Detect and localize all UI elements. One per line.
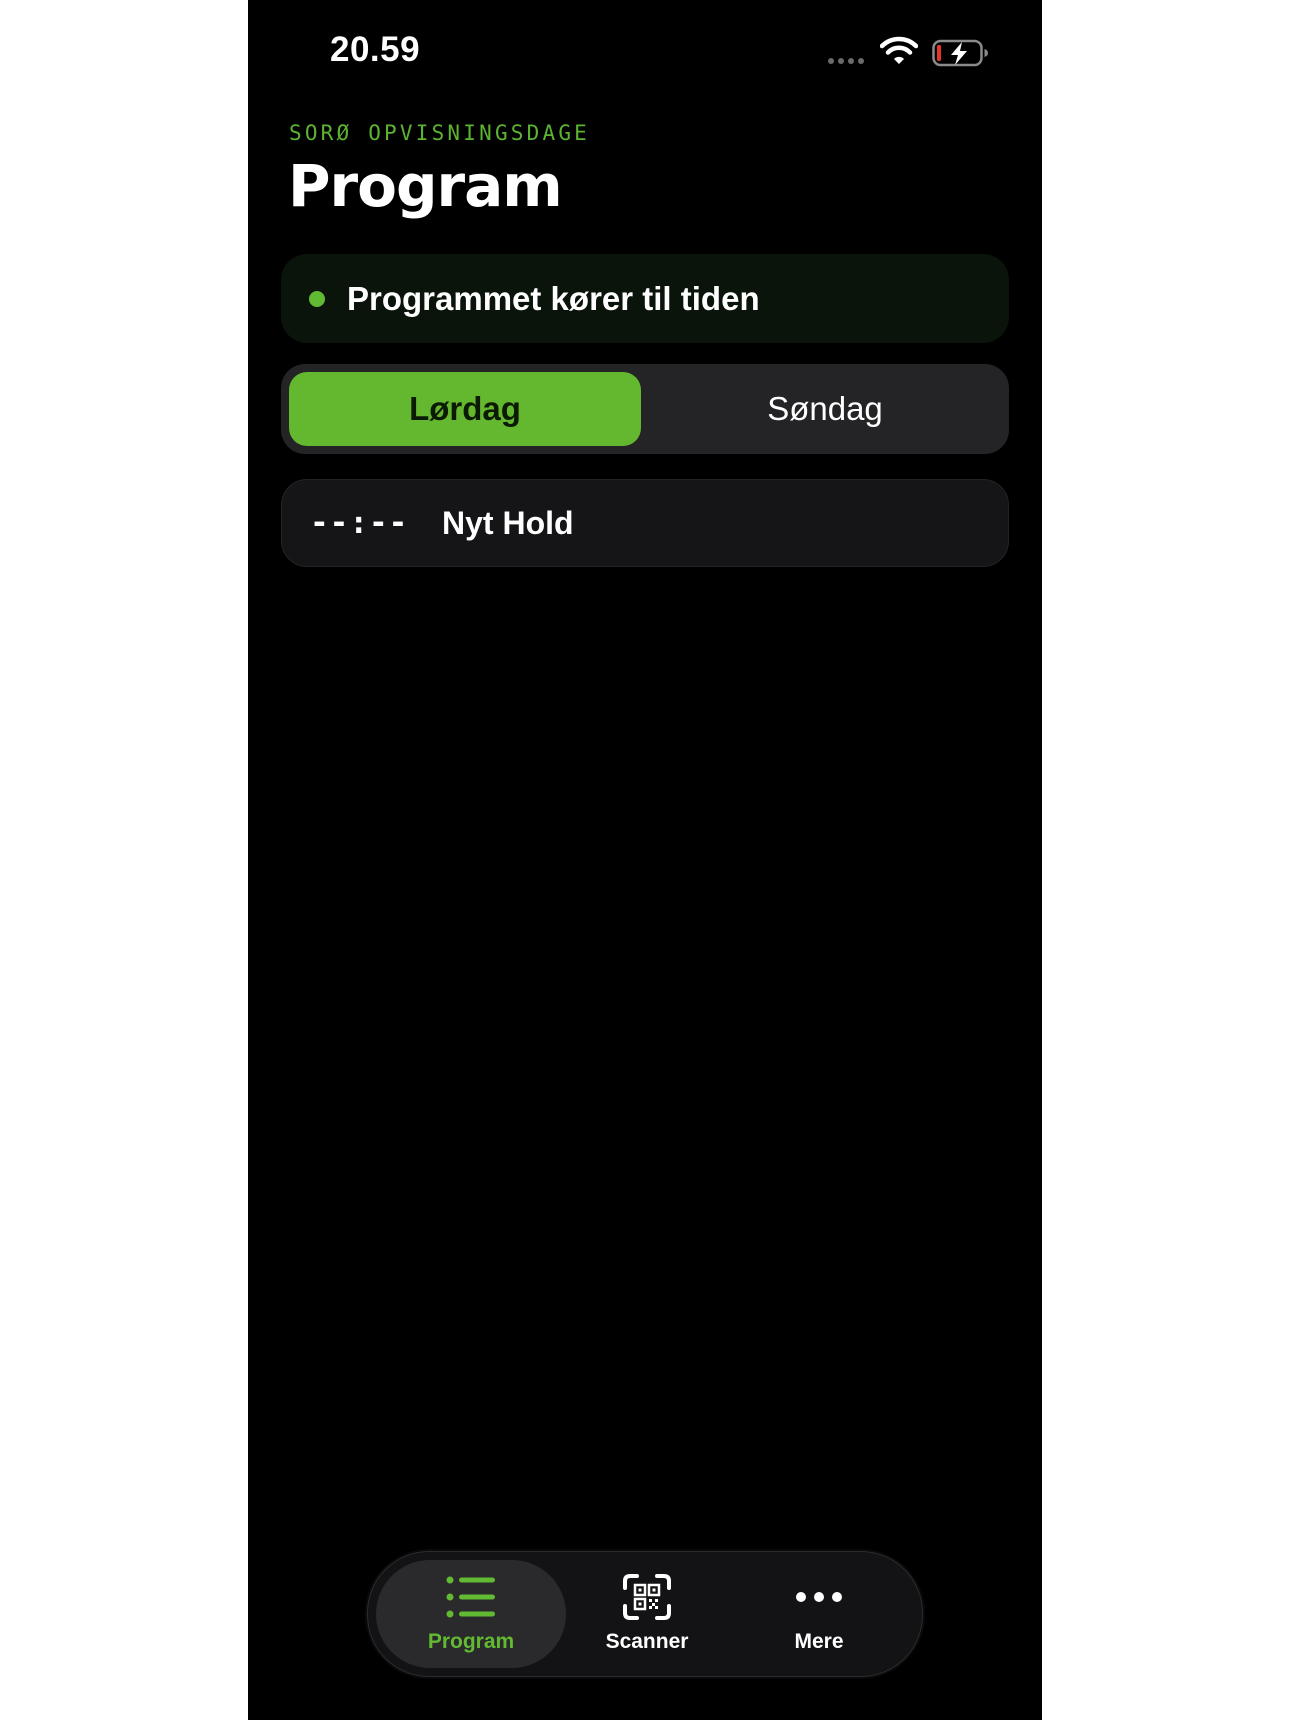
- status-indicator-dot: [309, 290, 325, 307]
- battery-charging-icon: [932, 39, 988, 67]
- wifi-icon: [880, 36, 918, 64]
- app-screen: 20.59 SORØ OPVISNINGSDAGE Program Progra…: [248, 0, 1042, 1720]
- more-icon: [796, 1592, 842, 1602]
- status-bar: 20.59: [248, 0, 1042, 110]
- status-banner: Programmet kører til tiden: [281, 254, 1009, 343]
- page-title: Program: [288, 152, 563, 220]
- tab-sondag[interactable]: Søndag: [649, 372, 1001, 446]
- list-icon: [446, 1576, 495, 1618]
- status-time: 20.59: [330, 30, 421, 69]
- tab-more-label: Mere: [794, 1630, 844, 1653]
- program-item-name: Nyt Hold: [442, 504, 574, 541]
- cellular-signal-icon: [828, 58, 864, 64]
- tab-more[interactable]: Mere: [724, 1560, 914, 1668]
- tab-bar: Program Scanner Mere: [367, 1551, 923, 1677]
- tab-lordag[interactable]: Lørdag: [289, 372, 641, 446]
- tab-program-label: Program: [427, 1630, 515, 1653]
- tab-scanner-label: Scanner: [605, 1630, 689, 1653]
- tab-program[interactable]: Program: [376, 1560, 566, 1668]
- tab-scanner[interactable]: Scanner: [552, 1560, 742, 1668]
- program-list-item[interactable]: --:-- Nyt Hold: [281, 479, 1009, 567]
- app-subtitle: SORØ OPVISNINGSDAGE: [289, 121, 591, 145]
- status-banner-text: Programmet kører til tiden: [347, 279, 760, 317]
- qr-scan-icon: [623, 1574, 671, 1620]
- program-item-time: --:--: [310, 505, 409, 541]
- day-segmented-control: Lørdag Søndag: [281, 364, 1009, 454]
